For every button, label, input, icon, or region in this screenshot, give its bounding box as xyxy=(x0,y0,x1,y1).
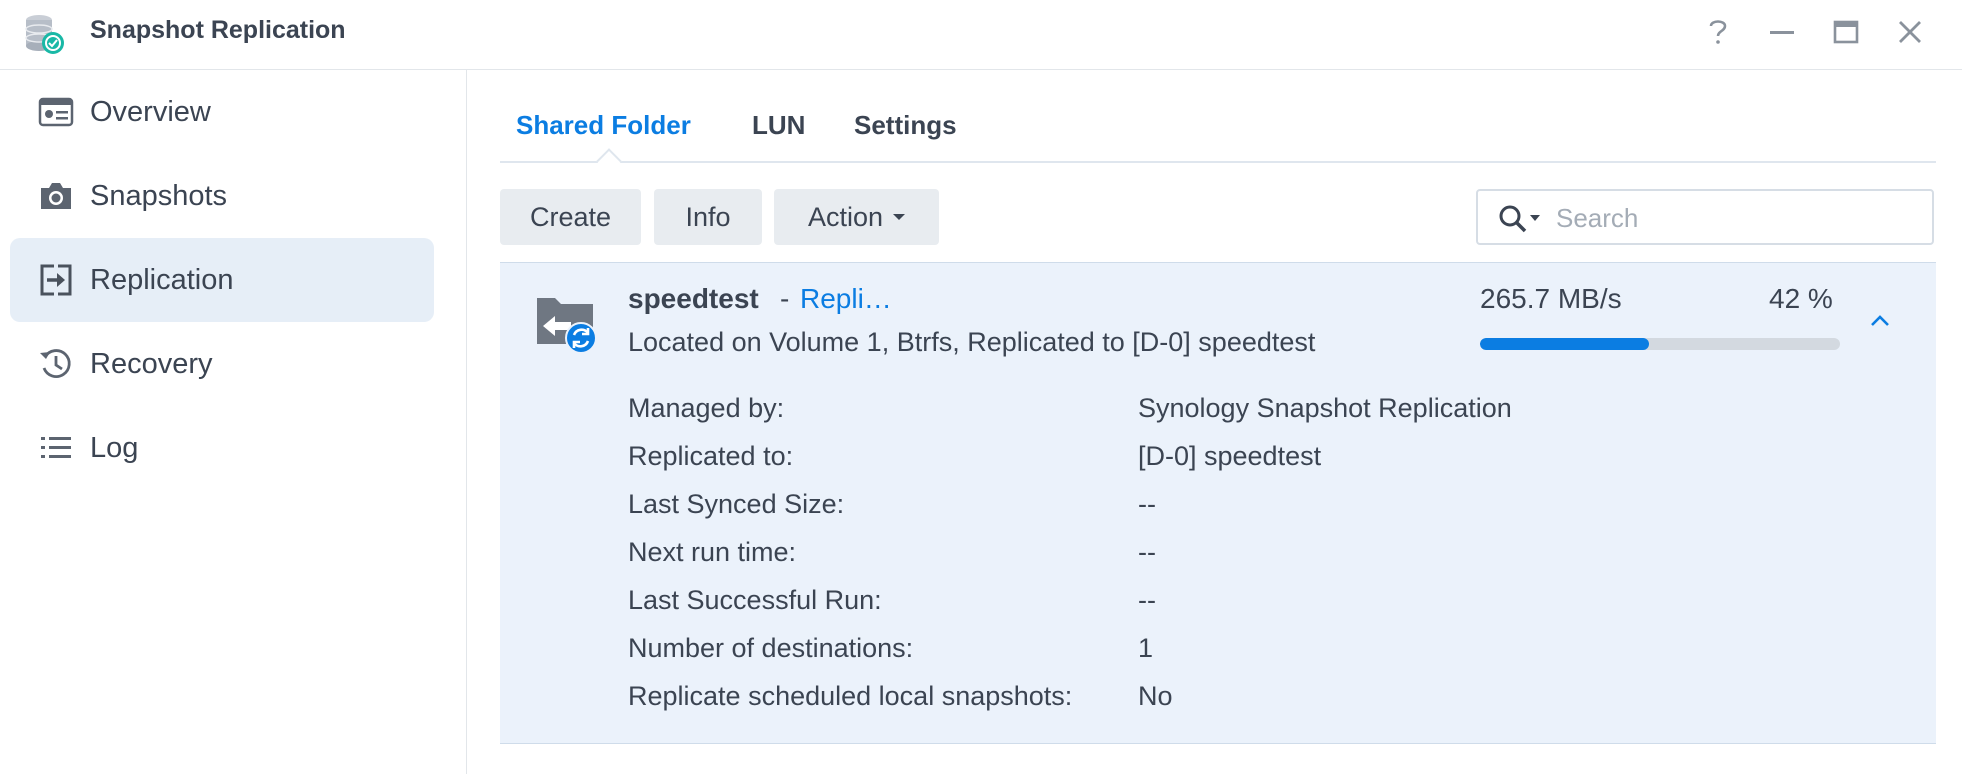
tab-bar: Shared Folder LUN Settings xyxy=(500,70,1936,163)
detail-value-replicate-scheduled: No xyxy=(1138,681,1173,711)
title-bar: Snapshot Replication xyxy=(0,0,1962,70)
detail-label-next-run-time: Next run time: xyxy=(628,537,797,567)
replicated-folder-icon xyxy=(537,298,597,354)
search-dropdown-icon[interactable] xyxy=(1530,215,1540,221)
history-clock-icon xyxy=(40,349,71,378)
detail-label-replicated-to: Replicated to: xyxy=(628,441,794,471)
tab-shared-folder[interactable]: Shared Folder xyxy=(516,110,691,141)
sidebar-item-recovery[interactable]: Recovery xyxy=(10,322,434,406)
progress-percent: 42 % xyxy=(1769,283,1833,314)
progress-bar-fill xyxy=(1480,338,1650,350)
detail-label-number-of-destinations: Number of destinations: xyxy=(628,633,914,663)
app-database-clock-icon xyxy=(25,15,64,54)
action-button-label: Action xyxy=(807,201,884,232)
search-input[interactable] xyxy=(1554,199,1918,237)
info-button[interactable]: Info xyxy=(654,189,762,245)
sidebar-item-overview[interactable]: Overview xyxy=(10,70,434,154)
maximize-icon xyxy=(1833,20,1859,44)
chevron-down-icon xyxy=(893,214,906,220)
help-button[interactable] xyxy=(1700,14,1736,50)
detail-value-next-run-time: -- xyxy=(1138,537,1156,567)
item-separator: - xyxy=(780,283,790,314)
replication-arrow-icon xyxy=(40,264,72,296)
close-icon xyxy=(1899,21,1921,43)
sidebar-item-snapshots[interactable]: Snapshots xyxy=(10,154,434,238)
create-button[interactable]: Create xyxy=(500,189,641,245)
window-title: Snapshot Replication xyxy=(90,16,346,44)
detail-label-last-synced-size: Last Synced Size: xyxy=(628,489,845,519)
tab-lun[interactable]: LUN xyxy=(752,110,805,141)
detail-value-last-successful-run: -- xyxy=(1138,585,1156,615)
list-icon xyxy=(41,437,71,458)
sidebar-item-label: Overview xyxy=(90,95,211,128)
sidebar-item-label: Replication xyxy=(90,263,234,296)
sidebar-item-label: Recovery xyxy=(90,347,213,380)
progress-bar xyxy=(1480,338,1840,350)
chevron-up-icon[interactable] xyxy=(1864,306,1896,334)
detail-label-last-successful-run: Last Successful Run: xyxy=(628,585,882,615)
detail-value-managed-by: Synology Snapshot Replication xyxy=(1138,393,1512,423)
item-status-link[interactable]: Repli… xyxy=(800,283,892,315)
detail-value-last-synced-size: -- xyxy=(1138,489,1156,519)
detail-label-managed-by: Managed by: xyxy=(628,393,785,423)
transfer-speed: 265.7 MB/s xyxy=(1480,283,1622,314)
detail-label-replicate-scheduled: Replicate scheduled local snapshots: xyxy=(628,681,1073,711)
search-icon xyxy=(1499,205,1527,233)
help-icon xyxy=(1709,20,1727,44)
item-name: speedtest xyxy=(628,283,759,314)
detail-value-number-of-destinations: 1 xyxy=(1138,633,1154,663)
sidebar: Overview Snapshots Replication Recovery xyxy=(0,70,467,774)
minimize-icon xyxy=(1770,31,1794,34)
search-box[interactable] xyxy=(1476,189,1934,245)
overview-card-icon xyxy=(38,97,74,127)
sidebar-item-replication[interactable]: Replication xyxy=(10,238,434,322)
action-button[interactable]: Action xyxy=(774,189,939,245)
camera-icon xyxy=(41,183,71,209)
sidebar-item-label: Snapshots xyxy=(90,179,228,212)
item-location: Located on Volume 1, Btrfs, Replicated t… xyxy=(628,327,1316,357)
tab-settings[interactable]: Settings xyxy=(854,110,957,141)
detail-value-replicated-to: [D-0] speedtest xyxy=(1138,441,1322,471)
maximize-button[interactable] xyxy=(1828,14,1864,50)
sidebar-item-log[interactable]: Log xyxy=(10,406,434,490)
sidebar-item-label: Log xyxy=(90,431,139,464)
minimize-button[interactable] xyxy=(1764,14,1800,50)
close-button[interactable] xyxy=(1892,14,1928,50)
